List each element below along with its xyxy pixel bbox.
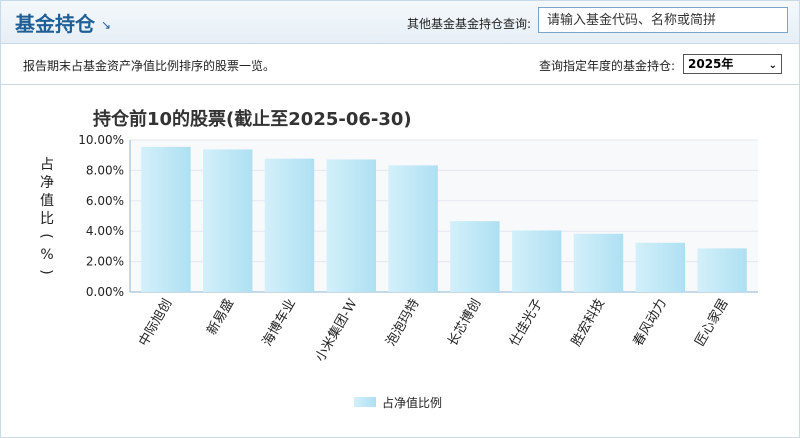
y-axis-label-char: 占 bbox=[40, 157, 54, 173]
legend: 占净值比例 bbox=[354, 395, 442, 410]
x-tick-label: 海博车业 bbox=[259, 296, 299, 349]
holdings-chart: 持仓前10的股票(截止至2025-06-30) 占净值比 (%) 0.00% 2.0… bbox=[38, 108, 758, 410]
y-axis-label-char: 比 bbox=[40, 211, 54, 227]
holdings-description: 报告期末占基金资产净值比例排序的股票一览。 bbox=[23, 59, 276, 73]
bar[interactable] bbox=[697, 248, 747, 292]
bar[interactable] bbox=[511, 230, 562, 292]
chevron-down-icon: ⌄ bbox=[768, 60, 777, 71]
x-tick-label: 胜宏科技 bbox=[569, 297, 608, 350]
x-tick-label: 中际旭创 bbox=[136, 297, 175, 350]
page-title: 基金持仓 bbox=[15, 12, 95, 36]
year-select[interactable]: 2025年 ⌄ bbox=[683, 54, 782, 74]
y-tick-label: 0.00% bbox=[86, 285, 124, 299]
y-axis-label-char: ( bbox=[38, 233, 54, 238]
collapse-arrow-icon[interactable]: ↘ bbox=[101, 18, 111, 32]
x-tick-label: 泡泡玛特 bbox=[384, 297, 423, 350]
year-select-value: 2025年 bbox=[688, 57, 734, 71]
bar[interactable] bbox=[141, 146, 191, 292]
bar[interactable] bbox=[573, 233, 624, 292]
y-axis-ticks: 0.00% 2.00% 4.00% 6.00% 8.00% 10.00% bbox=[78, 133, 124, 299]
search-label: 其他基金基金持仓查询: bbox=[407, 17, 532, 31]
y-tick-label: 2.00% bbox=[86, 255, 124, 269]
x-tick-label: 仕佳光子 bbox=[507, 297, 546, 350]
y-axis-label-char: 净 bbox=[40, 175, 54, 191]
x-tick-label: 长芯博创 bbox=[445, 297, 484, 350]
bar[interactable] bbox=[388, 165, 438, 292]
chart-title: 持仓前10的股票(截止至2025-06-30) bbox=[93, 108, 412, 130]
legend-label: 占净值比例 bbox=[382, 395, 442, 410]
y-tick-label: 10.00% bbox=[78, 133, 124, 147]
x-tick-label: 春风动力 bbox=[631, 297, 670, 350]
x-tick-label: 小米集团-W bbox=[312, 295, 361, 364]
fund-search-input[interactable] bbox=[538, 7, 788, 33]
y-tick-label: 8.00% bbox=[86, 163, 124, 177]
legend-swatch bbox=[354, 397, 376, 407]
header-bar: 基金持仓 ↘ 其他基金基金持仓查询: bbox=[1, 1, 799, 44]
bar[interactable] bbox=[326, 159, 377, 292]
bar[interactable] bbox=[264, 158, 315, 292]
y-axis-label-char: ) bbox=[38, 269, 54, 274]
x-axis-ticks: 中际旭创 新易盛 海博车业 小米集团-W 泡泡玛特 长芯博创 仕佳光子 胜宏科技 春风动力 匠心家… bbox=[136, 295, 731, 364]
y-axis-label-char: % bbox=[40, 247, 53, 263]
bar[interactable] bbox=[450, 221, 500, 292]
y-axis-label-char: 值 bbox=[40, 193, 54, 209]
sub-header: 报告期末占基金资产净值比例排序的股票一览。 查询指定年度的基金持仓: 2025年… bbox=[1, 44, 799, 85]
y-axis-label: 占净值比 (%) bbox=[38, 157, 54, 275]
x-tick-label: 匠心家居 bbox=[692, 296, 732, 349]
x-tick-label: 新易盛 bbox=[204, 296, 237, 338]
year-select-label: 查询指定年度的基金持仓: bbox=[539, 59, 676, 73]
bar[interactable] bbox=[635, 242, 686, 292]
bar[interactable] bbox=[202, 149, 253, 292]
y-tick-label: 6.00% bbox=[86, 194, 124, 208]
y-tick-label: 4.00% bbox=[86, 224, 124, 238]
